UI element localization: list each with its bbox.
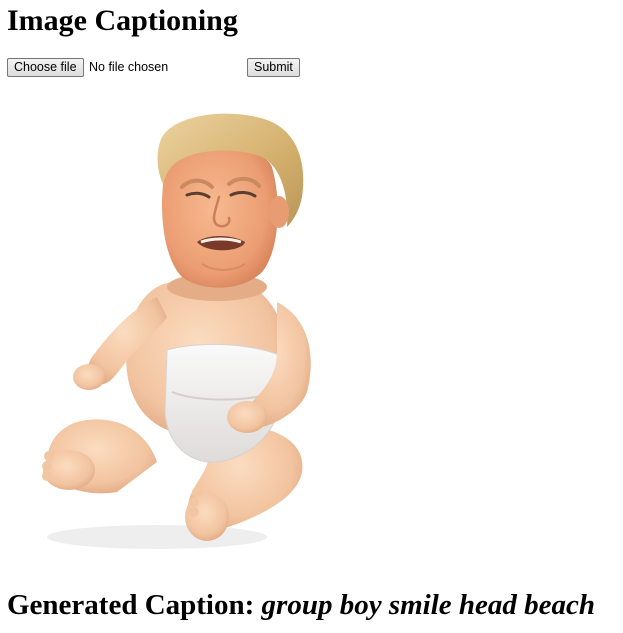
caption-label: Generated Caption: <box>7 589 255 621</box>
page-title: Image Captioning <box>7 4 238 37</box>
file-status-text: No file chosen <box>89 60 169 74</box>
uploaded-image <box>7 92 362 560</box>
caption-text: group boy smile head beach <box>261 589 596 621</box>
upload-form: Choose file No file chosen Submit <box>7 58 307 78</box>
choose-file-button[interactable]: Choose file <box>7 58 84 77</box>
submit-button[interactable]: Submit <box>247 58 300 77</box>
baby-doll-photo <box>42 113 311 549</box>
generated-caption: Generated Caption: group boy smile head … <box>7 586 595 624</box>
